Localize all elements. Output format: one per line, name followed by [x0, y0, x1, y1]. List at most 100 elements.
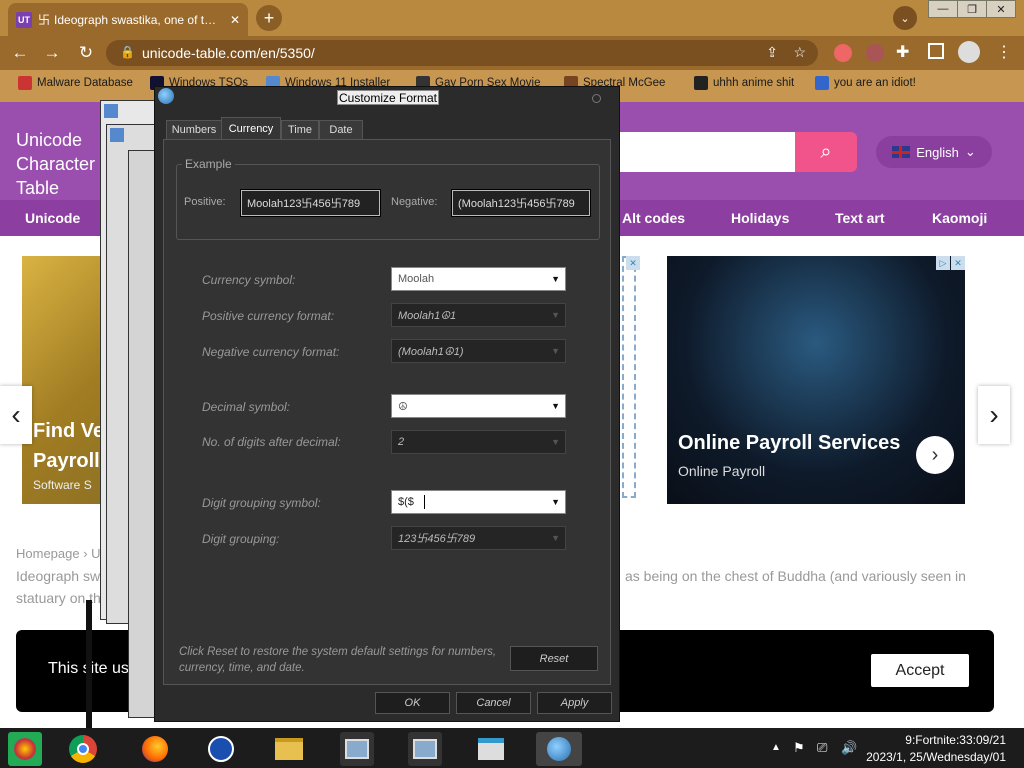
- positive-format-combo[interactable]: Moolah1☮1 ▼: [391, 303, 566, 327]
- network-settings-icon[interactable]: [340, 732, 374, 766]
- carousel-prev-button[interactable]: ‹: [0, 386, 32, 444]
- reset-button[interactable]: Reset: [510, 646, 598, 671]
- nav-text-art[interactable]: Text art: [835, 210, 885, 226]
- vote-icon[interactable]: [204, 732, 238, 766]
- bookmark-item[interactable]: uhhh anime shit: [694, 76, 794, 90]
- language-selector[interactable]: English ⌄: [876, 136, 992, 168]
- positive-example: Moolah123卐456卐789: [240, 189, 381, 217]
- network-icon[interactable]: ⎚: [817, 740, 827, 756]
- extension-icon[interactable]: [834, 44, 852, 62]
- tab-time[interactable]: Time: [281, 120, 319, 140]
- digit-grouping-symbol-label: Digit grouping symbol:: [202, 496, 321, 510]
- bookmark-item[interactable]: Malware Database: [18, 76, 133, 90]
- new-tab-button[interactable]: +: [256, 5, 282, 31]
- tab-currency[interactable]: Currency: [221, 117, 281, 140]
- minimize-button[interactable]: —: [928, 0, 958, 18]
- close-icon[interactable]: [592, 94, 601, 103]
- back-icon[interactable]: ←: [8, 41, 32, 65]
- site-favicon: UT: [16, 11, 32, 28]
- network-settings-icon[interactable]: [408, 732, 442, 766]
- tab-date[interactable]: Date: [319, 120, 363, 140]
- site-logo[interactable]: Unicode Character Table: [16, 128, 106, 200]
- volume-icon[interactable]: 🔊: [841, 740, 857, 756]
- negative-format-label: Negative currency format:: [202, 345, 340, 359]
- decimal-symbol-combo[interactable]: ☮ ▼: [391, 394, 566, 418]
- nav-holidays[interactable]: Holidays: [731, 210, 789, 226]
- calendar-clock-icon[interactable]: [474, 732, 508, 766]
- negative-format-combo[interactable]: (Moolah1☮1) ▼: [391, 339, 566, 363]
- bookmark-item[interactable]: you are an idiot!: [815, 76, 916, 90]
- uk-flag-icon: [892, 146, 911, 158]
- dropdown-arrow-icon: ▼: [551, 533, 560, 543]
- positive-format-label: Positive currency format:: [202, 309, 335, 323]
- browser-tab[interactable]: UT 卐 Ideograph swastika, one of t… ✕: [8, 3, 248, 36]
- apply-button[interactable]: Apply: [537, 692, 612, 714]
- reload-icon[interactable]: ↻: [74, 41, 98, 65]
- nav-kaomoji[interactable]: Kaomoji: [932, 210, 987, 226]
- extensions-puzzle-icon[interactable]: ✚: [896, 42, 909, 62]
- tab-numbers[interactable]: Numbers: [166, 120, 222, 140]
- dropdown-arrow-icon: ▼: [551, 274, 560, 284]
- nav-alt-codes[interactable]: Alt codes: [622, 210, 685, 226]
- share-icon[interactable]: ⇪: [766, 44, 778, 61]
- system-clock[interactable]: 9:Fortnite:33:09/21 2023/1, 25/Wednesday…: [856, 732, 1006, 766]
- chevron-down-icon: ⌄: [964, 144, 976, 159]
- site-search-input[interactable]: [600, 132, 796, 172]
- dropdown-arrow-icon: ▼: [551, 310, 560, 320]
- clock-date: 2023/1, 25/Wednesday/01: [866, 750, 1006, 764]
- tab-glyph: 卐: [38, 13, 51, 27]
- lock-icon: 🔒: [120, 45, 135, 59]
- extension-icon[interactable]: [866, 44, 884, 62]
- window-icon: [110, 128, 124, 142]
- currency-symbol-combo[interactable]: Moolah ▼: [391, 267, 566, 291]
- menu-icon[interactable]: ⋮: [996, 42, 1012, 62]
- profile-avatar[interactable]: [958, 41, 980, 63]
- negative-example: (Moolah123卐456卐789: [451, 189, 591, 217]
- chevron-right-icon[interactable]: ›: [916, 436, 954, 474]
- example-legend: Example: [182, 157, 235, 171]
- ad-info-icon[interactable]: ▷: [936, 256, 950, 270]
- description-text: as being on the chest of Buddha (and var…: [625, 568, 966, 584]
- breadcrumb[interactable]: Homepage › U: [16, 546, 101, 561]
- side-panel-icon[interactable]: [928, 43, 944, 59]
- start-icon[interactable]: [8, 732, 42, 766]
- dropdown-arrow-icon: ▼: [551, 346, 560, 356]
- search-icon[interactable]: ⌕: [795, 132, 857, 172]
- accept-button[interactable]: Accept: [871, 654, 969, 687]
- positive-label: Positive:: [184, 196, 226, 208]
- ad-left-subtitle: Software S: [33, 478, 92, 492]
- digits-after-decimal-label: No. of digits after decimal:: [202, 435, 341, 449]
- bookmark-star-icon[interactable]: ☆: [793, 44, 806, 61]
- tab-search-icon[interactable]: ⌄: [893, 6, 917, 30]
- ad-close-icon[interactable]: ✕: [626, 256, 640, 270]
- firefox-icon[interactable]: [138, 732, 172, 766]
- forward-icon[interactable]: →: [40, 41, 64, 65]
- digit-grouping-combo[interactable]: 123卐456卐789 ▼: [391, 526, 566, 550]
- close-window-button[interactable]: ✕: [986, 0, 1016, 18]
- maximize-button[interactable]: ❐: [957, 0, 987, 18]
- show-hidden-icons-icon[interactable]: ▲: [771, 742, 781, 753]
- negative-label: Negative:: [391, 196, 438, 208]
- flag-icon[interactable]: ⚑: [793, 740, 805, 756]
- clock-time: 9:Fortnite:33:09/21: [905, 733, 1006, 747]
- url-text: unicode-table.com/en/5350/: [142, 45, 315, 61]
- ad-close-icon[interactable]: ✕: [951, 256, 965, 270]
- nav-unicode[interactable]: Unicode: [25, 210, 80, 226]
- window-border: [86, 600, 92, 728]
- digits-after-decimal-combo[interactable]: 2 ▼: [391, 430, 566, 454]
- ok-button[interactable]: OK: [375, 692, 450, 714]
- ad-right-subtitle: Online Payroll: [678, 463, 766, 479]
- digit-grouping-symbol-combo[interactable]: $($ ▼: [391, 490, 566, 514]
- ad-right-title[interactable]: Online Payroll Services: [678, 432, 900, 455]
- currency-symbol-label: Currency symbol:: [202, 273, 296, 287]
- globe-icon: [158, 88, 174, 104]
- address-bar[interactable]: 🔒 unicode-table.com/en/5350/ ⇪ ☆: [106, 40, 818, 66]
- cancel-button[interactable]: Cancel: [456, 692, 531, 714]
- chrome-icon[interactable]: [66, 732, 100, 766]
- description-text: Ideograph sw: [16, 568, 101, 584]
- close-tab-icon[interactable]: ✕: [230, 13, 240, 27]
- carousel-next-button[interactable]: ›: [978, 386, 1010, 444]
- reset-description: Click Reset to restore the system defaul…: [179, 646, 497, 674]
- file-explorer-icon[interactable]: [272, 732, 306, 766]
- region-settings-icon[interactable]: [536, 732, 582, 766]
